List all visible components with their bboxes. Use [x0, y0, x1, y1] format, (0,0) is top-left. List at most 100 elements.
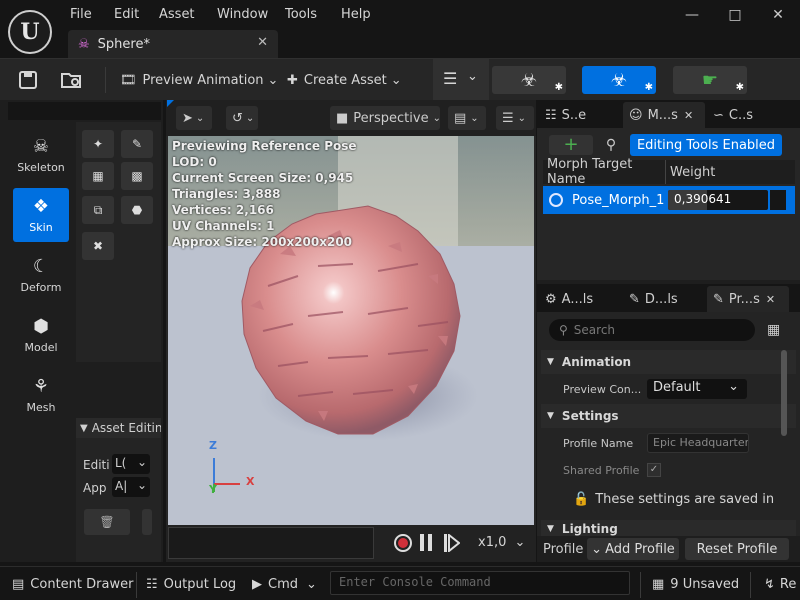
model-icon: ⬢: [33, 316, 49, 337]
edit-label: Editi: [83, 458, 110, 472]
deform-icon: ☾: [32, 256, 50, 277]
apply-select[interactable]: A| ⌄: [112, 477, 150, 497]
close-window-icon[interactable]: ✕: [763, 4, 793, 26]
output-log-button[interactable]: ☷ Output Log: [146, 572, 236, 596]
title-bar: U File Edit Asset Window Tools Help — □ …: [0, 0, 800, 61]
shared-profile-checkbox[interactable]: ✓: [647, 463, 661, 477]
mode-skin[interactable]: ❖ Skin: [13, 188, 69, 242]
menu-edit[interactable]: Edit: [114, 7, 139, 22]
play-forward-button[interactable]: [444, 534, 460, 552]
view-mode-button[interactable]: ▤ ⌄: [448, 106, 486, 130]
tab-morph-targets[interactable]: ☺ M...s ✕: [623, 102, 705, 128]
search-button[interactable]: ⚲: [599, 135, 623, 155]
axis-y-label: Y: [209, 483, 217, 496]
transform-mode-button[interactable]: ↺ ⌄: [226, 106, 258, 130]
stat-line: UV Channels: 1: [172, 219, 275, 233]
close-tab-icon[interactable]: ✕: [684, 109, 693, 122]
rotate-icon: ↺: [232, 110, 243, 126]
browse-asset-icon[interactable]: [60, 67, 84, 93]
morph-table-header: Morph Target Name Weight: [543, 157, 795, 187]
mesh-select-tool-icon[interactable]: ⬣: [121, 196, 153, 224]
console-command-input[interactable]: Enter Console Command: [330, 571, 630, 595]
unsaved-button[interactable]: ▦ 9 Unsaved: [652, 572, 739, 596]
settings-section-header[interactable]: ▼ Settings: [541, 404, 796, 428]
cmd-selector[interactable]: ▶ Cmd ⌄: [252, 572, 317, 596]
add-profile-button[interactable]: ⌄ Add Profile: [587, 538, 679, 560]
mode-model[interactable]: ⬢ Model: [13, 308, 69, 362]
playback-speed-button[interactable]: x1,0 ⌄: [478, 535, 525, 550]
document-tab[interactable]: ☠ Sphere* ✕: [68, 30, 278, 58]
smooth-weights-tool-icon[interactable]: ▦: [82, 162, 114, 190]
viewport-options-button[interactable]: ☰ ⌄: [496, 106, 534, 130]
column-header-name[interactable]: Morph Target Name: [543, 157, 665, 187]
close-tab-icon[interactable]: ✕: [766, 293, 775, 306]
cut-tool-icon[interactable]: ✖: [82, 232, 114, 260]
animation-section-header[interactable]: ▼ Animation: [541, 350, 796, 374]
close-tab-icon[interactable]: ✕: [257, 35, 268, 50]
tab-asset-details[interactable]: ⚙ A...ls: [539, 286, 621, 312]
pause-button[interactable]: [420, 534, 434, 552]
table-view-icon[interactable]: ▦: [767, 322, 780, 338]
timeline-track[interactable]: [168, 527, 374, 559]
maximize-icon[interactable]: □: [720, 4, 750, 26]
menu-help[interactable]: Help: [341, 7, 371, 22]
lock-icon: 🔓: [573, 491, 590, 507]
menu-window[interactable]: Window: [217, 7, 268, 22]
select-mode-button[interactable]: ➤ ⌄: [176, 106, 212, 130]
extra-button[interactable]: [142, 509, 152, 535]
layout-menu-button[interactable]: ☰ ⌄: [433, 59, 489, 101]
mode-deform[interactable]: ☾ Deform: [13, 248, 69, 302]
skeleton-editor-mode-button[interactable]: ☣ ✱: [492, 66, 566, 94]
tab-preview-settings[interactable]: ✎ Pr...s ✕: [707, 286, 789, 312]
record-button[interactable]: [394, 534, 412, 552]
profile-label: Profile: [543, 541, 584, 557]
radio-icon[interactable]: [549, 193, 563, 207]
collapse-triangle-icon: ▼: [547, 411, 554, 421]
tab-curves[interactable]: ∽ C..s: [707, 102, 787, 128]
editing-tools-label: Editing Tools Enabled: [636, 137, 776, 153]
content-drawer-button[interactable]: ▤ Content Drawer: [12, 572, 133, 596]
minimize-icon[interactable]: —: [677, 4, 707, 26]
profile-name-field[interactable]: Epic Headquarter: [647, 433, 749, 453]
add-morph-button[interactable]: +: [549, 135, 593, 155]
preview-controller-select[interactable]: Default ⌄: [647, 379, 747, 399]
console-placeholder: Enter Console Command: [339, 575, 491, 589]
weight-slider[interactable]: 0,390641: [668, 190, 768, 210]
revision-label: Re: [779, 576, 797, 592]
grid-paint-tool-icon[interactable]: ▩: [121, 162, 153, 190]
edit-select[interactable]: L(⌄: [112, 454, 150, 474]
editing-tools-toggle[interactable]: Editing Tools Enabled: [630, 134, 782, 156]
asset-editing-header[interactable]: ▼ Asset Editin: [76, 418, 161, 438]
perspective-button[interactable]: ■ Perspective ⌄: [330, 106, 441, 130]
brush-tool-icon[interactable]: ✎: [121, 130, 153, 158]
unreal-logo-icon[interactable]: U: [8, 10, 52, 54]
menu-asset[interactable]: Asset: [159, 7, 195, 22]
morph-target-row[interactable]: Pose_Morph_1 0,390641: [543, 186, 795, 214]
column-header-weight[interactable]: Weight: [666, 165, 715, 180]
weight-key-button[interactable]: [770, 190, 786, 210]
mode-skin-label: Skin: [29, 221, 53, 234]
tab-skeleton-tree[interactable]: ☷ S..e: [539, 102, 621, 128]
details-search-input[interactable]: ⚲ Search: [549, 319, 755, 341]
mode-mesh[interactable]: ⚘ Mesh: [13, 368, 69, 422]
revision-control-button[interactable]: ↯ Re: [764, 572, 796, 596]
details-scrollbar[interactable]: [781, 350, 787, 436]
create-asset-button[interactable]: ✚ Create Asset ⌄: [287, 67, 402, 93]
mesh-editor-mode-button[interactable]: ☣ ✱: [582, 66, 656, 94]
tab-details[interactable]: ✎ D...ls: [623, 286, 705, 312]
record-icon: [398, 538, 408, 548]
save-icon: ▦: [652, 576, 665, 592]
reset-profile-button[interactable]: Reset Profile: [685, 538, 789, 560]
3d-viewport[interactable]: Previewing Reference Pose LOD: 0 Current…: [168, 136, 534, 525]
bind-skin-tool-icon[interactable]: ⧉: [82, 196, 114, 224]
animation-editor-mode-button[interactable]: ☛ ✱: [673, 66, 747, 94]
menu-file[interactable]: File: [70, 7, 92, 22]
delete-button[interactable]: 🗑: [84, 509, 130, 535]
create-asset-icon: ✚: [287, 72, 298, 88]
save-icon[interactable]: [18, 67, 38, 93]
paint-weights-tool-icon[interactable]: ✦: [82, 130, 114, 158]
hamburger-icon: ☰: [443, 69, 458, 88]
mode-skeleton[interactable]: ☠ Skeleton: [13, 128, 69, 182]
preview-animation-button[interactable]: 🎞 Preview Animation ⌄: [120, 67, 278, 93]
menu-tools[interactable]: Tools: [285, 7, 317, 22]
